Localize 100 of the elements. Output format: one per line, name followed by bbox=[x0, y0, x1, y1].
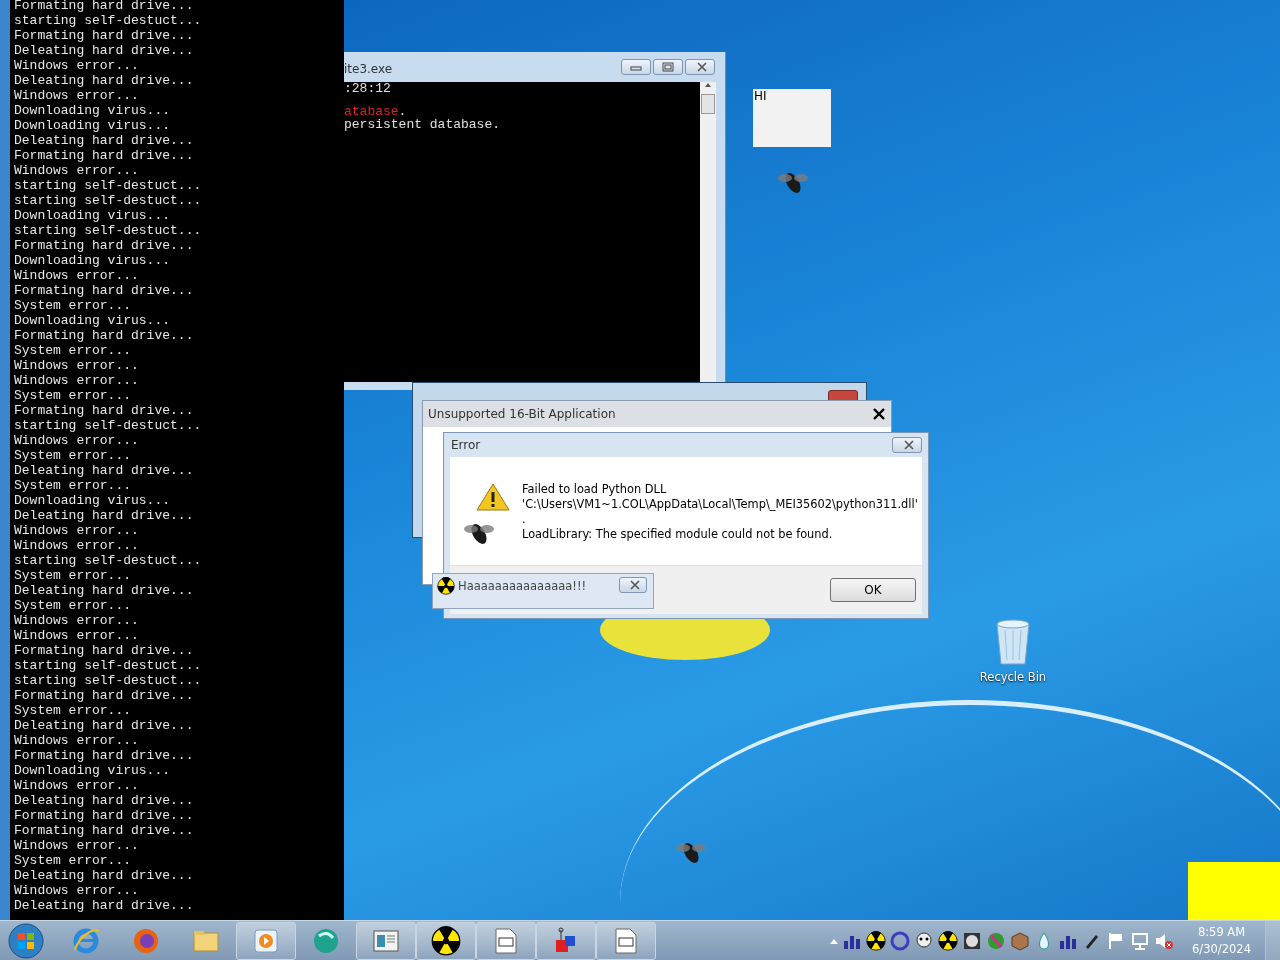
console-line: Deleating hard drive... bbox=[14, 133, 194, 148]
close-button[interactable] bbox=[619, 577, 647, 593]
console-line: starting self-destuct... bbox=[14, 13, 202, 28]
console-line: Deleating hard drive... bbox=[14, 793, 194, 808]
console-line: System error... bbox=[14, 388, 132, 403]
console-line: starting self-destuct... bbox=[14, 418, 202, 433]
console-line: Formating hard drive... bbox=[14, 808, 194, 823]
console-line: Deleating hard drive... bbox=[14, 868, 194, 883]
console-line: Formating hard drive... bbox=[14, 283, 194, 298]
radiation-icon[interactable] bbox=[866, 931, 887, 951]
console-line: Downloading virus... bbox=[14, 313, 171, 328]
network-icon[interactable] bbox=[1130, 931, 1151, 951]
console-line: starting self-destuct... bbox=[14, 673, 202, 688]
console-line: Windows error... bbox=[14, 613, 139, 628]
close-button[interactable] bbox=[685, 59, 715, 75]
box-icon[interactable] bbox=[1010, 931, 1031, 951]
window-title: ite3.exe bbox=[344, 62, 393, 76]
scrollbar[interactable] bbox=[700, 82, 716, 382]
scroll-up-arrow-icon[interactable] bbox=[704, 82, 712, 88]
console-line: starting self-destuct... bbox=[14, 658, 202, 673]
console-line: Deleating hard drive... bbox=[14, 583, 194, 598]
console-line: Formating hard drive... bbox=[14, 643, 194, 658]
console-line: System error... bbox=[14, 568, 132, 583]
console-line: Deleating hard drive... bbox=[14, 898, 194, 913]
console-line: starting self-destuct... bbox=[14, 553, 202, 568]
fox-globe-icon bbox=[131, 926, 161, 956]
error-message-line: LoadLibrary: The specified module could not be found. bbox=[522, 527, 833, 542]
hi-label: HI bbox=[753, 89, 831, 147]
play-icon bbox=[251, 926, 281, 956]
console-line: Windows error... bbox=[14, 628, 139, 643]
error-message-line: 'C:\Users\VM1~1.COL\AppData\Local\Temp\_MEI35602\python311.dll' bbox=[522, 497, 918, 512]
console-line: Windows error... bbox=[14, 373, 139, 388]
clock-date[interactable]: 6/30/2024 bbox=[1192, 941, 1251, 958]
console-line: :28:12 bbox=[344, 82, 391, 95]
console-line: starting self-destuct... bbox=[14, 178, 202, 193]
console-line: Windows error... bbox=[14, 88, 139, 103]
skull-icon[interactable] bbox=[914, 931, 935, 951]
console-line: Downloading virus... bbox=[14, 493, 171, 508]
console-line: Formating hard drive... bbox=[14, 403, 194, 418]
console-line: System error... bbox=[14, 853, 132, 868]
show-hidden-icons-icon[interactable] bbox=[830, 938, 839, 944]
console-line: Formating hard drive... bbox=[14, 688, 194, 703]
console-line: starting self-destuct... bbox=[14, 223, 202, 238]
browser-e-icon bbox=[71, 926, 101, 956]
console-line: Windows error... bbox=[14, 58, 139, 73]
console-line: persistent database. bbox=[344, 118, 501, 131]
console-line: Downloading virus... bbox=[14, 253, 171, 268]
console-line: Downloading virus... bbox=[14, 763, 171, 778]
muted-speaker-icon[interactable] bbox=[1154, 931, 1175, 951]
minimize-button[interactable] bbox=[621, 59, 651, 75]
ok-button[interactable]: OK bbox=[830, 578, 916, 602]
clock-time[interactable]: 8:59 AM bbox=[1197, 924, 1246, 941]
console-line: Deleating hard drive... bbox=[14, 508, 194, 523]
console-line: Formating hard drive... bbox=[14, 238, 194, 253]
recycle-bin-icon[interactable] bbox=[993, 618, 1033, 666]
console-line: Windows error... bbox=[14, 433, 139, 448]
console-line: System error... bbox=[14, 478, 132, 493]
console-line: Windows error... bbox=[14, 358, 139, 373]
console-line: starting self-destuct... bbox=[14, 193, 202, 208]
error-message-line: Failed to load Python DLL bbox=[522, 482, 667, 497]
taskbar-button[interactable] bbox=[416, 922, 476, 960]
console-line: Windows error... bbox=[14, 163, 139, 178]
console-line: Downloading virus... bbox=[14, 103, 171, 118]
console-line: Formating hard drive... bbox=[14, 823, 194, 838]
console-line: Deleating hard drive... bbox=[14, 718, 194, 733]
console-line: Formating hard drive... bbox=[14, 28, 194, 43]
console-line: System error... bbox=[14, 703, 132, 718]
console-line: Windows error... bbox=[14, 883, 139, 898]
minimize-icon[interactable] bbox=[630, 63, 642, 71]
console-line: Deleating hard drive... bbox=[14, 43, 194, 58]
restore-icon[interactable] bbox=[662, 62, 674, 72]
console-line: System error... bbox=[14, 448, 132, 463]
scroll-thumb[interactable] bbox=[701, 94, 715, 114]
desktop-icon-label[interactable]: Recycle Bin bbox=[979, 670, 1047, 684]
console-line: Windows error... bbox=[14, 523, 139, 538]
console-line: Formating hard drive... bbox=[14, 748, 194, 763]
error-message-line: . bbox=[522, 512, 526, 527]
dialog-title: Unsupported 16-Bit Application bbox=[428, 407, 616, 421]
console-line: Windows error... bbox=[14, 733, 139, 748]
warning-icon bbox=[476, 482, 510, 512]
console-line: Windows error... bbox=[14, 838, 139, 853]
dialog-title: Error bbox=[451, 438, 481, 452]
console-line: Formating hard drive... bbox=[14, 328, 194, 343]
console-line: System error... bbox=[14, 343, 132, 358]
radiation-icon bbox=[437, 577, 455, 595]
console-line: Formating hard drive... bbox=[14, 148, 194, 163]
console-line: Windows error... bbox=[14, 268, 139, 283]
console-line: System error... bbox=[14, 298, 132, 313]
console-line: System error... bbox=[14, 598, 132, 613]
console-line: Windows error... bbox=[14, 778, 139, 793]
restore-button[interactable] bbox=[653, 59, 683, 75]
console-line: Deleating hard drive... bbox=[14, 463, 194, 478]
radiation-icon bbox=[431, 926, 461, 956]
console-line: Downloading virus... bbox=[14, 118, 171, 133]
radiation-icon[interactable] bbox=[938, 931, 959, 951]
ball-icon bbox=[311, 926, 341, 956]
console-line: Deleating hard drive... bbox=[14, 73, 194, 88]
console-line: Windows error... bbox=[14, 538, 139, 553]
console-line: atabase. bbox=[344, 105, 407, 118]
close-button[interactable] bbox=[892, 437, 922, 453]
